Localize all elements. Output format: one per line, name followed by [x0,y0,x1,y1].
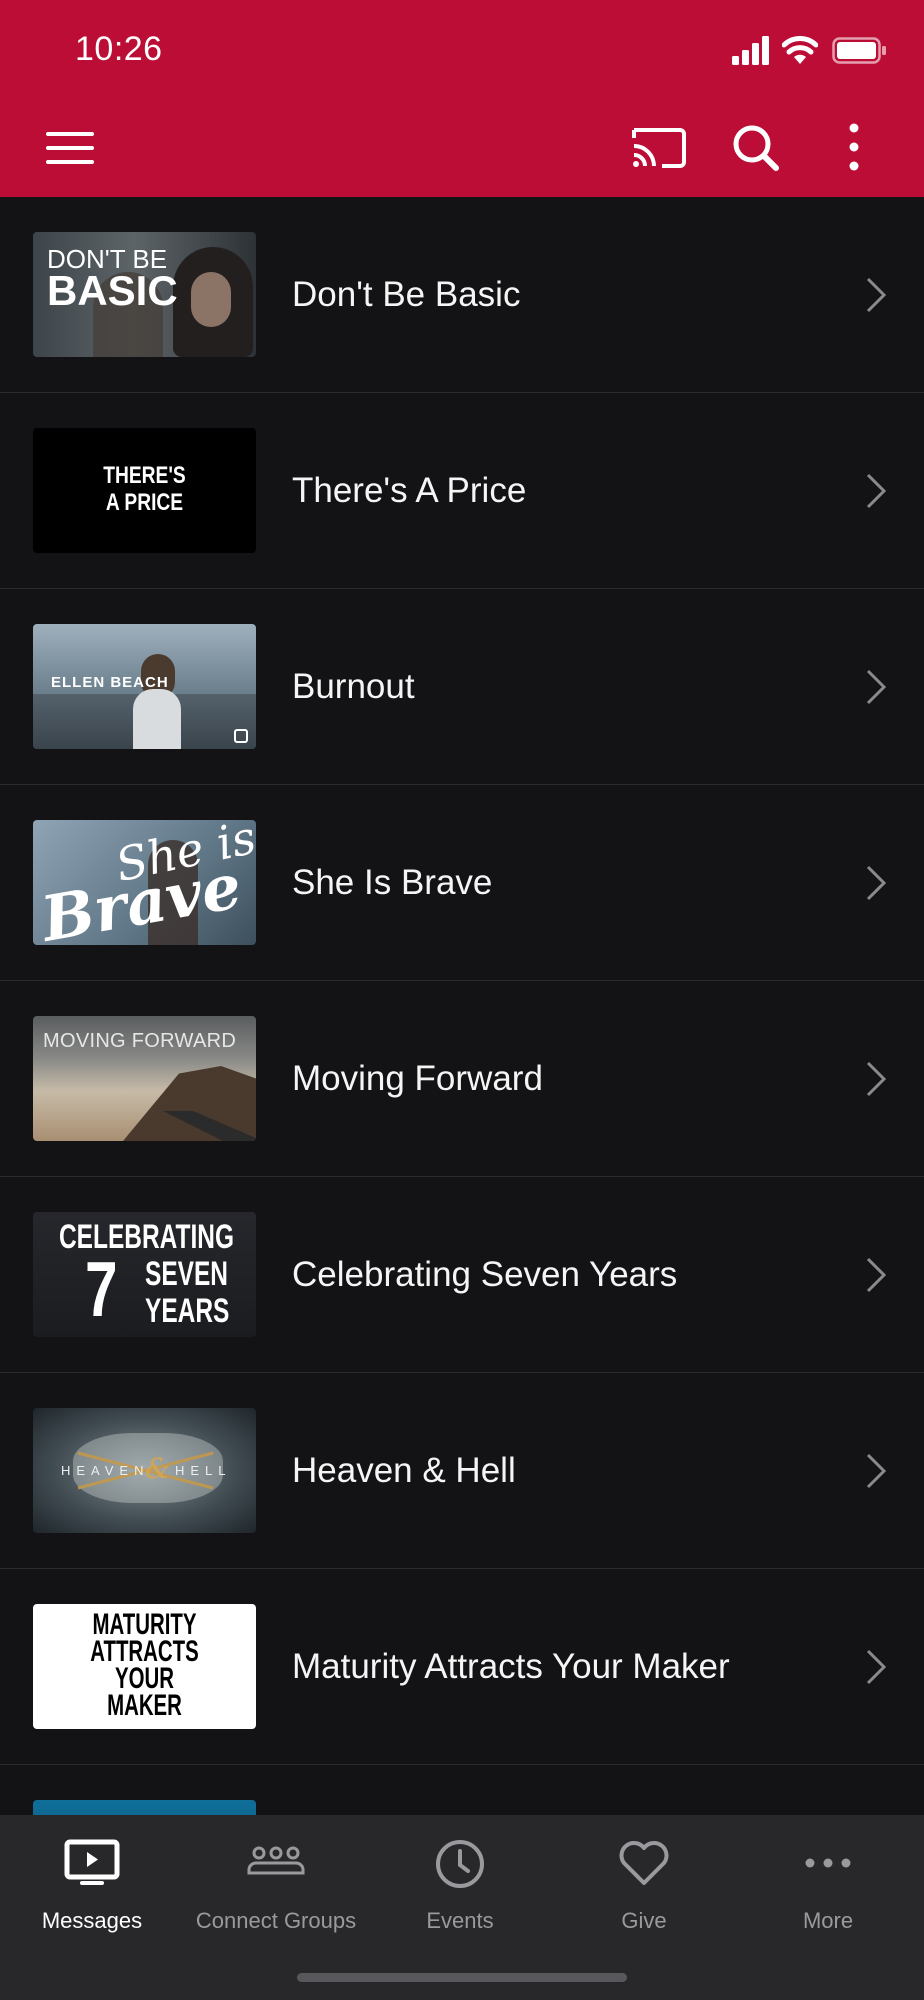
play-screen-icon [64,1839,120,1885]
series-title: There's A Price [292,471,527,510]
series-title: Don't Be Basic [292,275,521,314]
menu-button[interactable] [40,118,100,178]
watermark-icon [234,729,248,743]
thumbnail-text: & [145,1452,170,1485]
tab-label: Connect Groups [195,1908,357,1933]
series-thumbnail: DON'T BE BASIC [33,232,256,357]
clock-icon [436,1840,484,1888]
list-item[interactable]: ELLEN BEACH Burnout [0,589,924,785]
chevron-right-icon [866,1257,887,1293]
list-item[interactable]: HEAVEN & HELL Heaven & Hell [0,1373,924,1569]
thumbnail-text: MAKER [107,1689,182,1722]
signal-icon [732,36,769,65]
list-item[interactable]: She is Brave She Is Brave [0,785,924,981]
overflow-menu-button[interactable] [824,118,884,178]
tab-give[interactable]: Give [552,1815,736,1945]
tab-label: Events [426,1908,494,1933]
series-title: Celebrating Seven Years [292,1255,678,1294]
series-thumbnail: MATURITY ATTRACTS YOUR MAKER [33,1604,256,1729]
series-thumbnail: She is Brave [33,820,256,945]
cast-button[interactable] [628,118,688,178]
thumbnail-text: SEVEN [145,1255,228,1293]
thumbnail-text: YOUR [115,1662,174,1695]
thumbnail-text: A PRICE [105,489,184,516]
tab-label: Give [621,1908,667,1933]
chevron-right-icon [866,277,887,313]
vertical-dots-icon [849,123,859,171]
groups-icon [247,1846,305,1875]
app-header: 10:26 [0,0,924,197]
thumbnail-text: ELLEN BEACH [51,674,169,691]
wifi-icon [782,36,818,64]
search-button[interactable] [726,118,786,178]
thumbnail-text: MOVING FORWARD [43,1030,237,1052]
chevron-right-icon [866,669,887,705]
thumbnail-text: HEAVEN [61,1463,150,1478]
series-title: Moving Forward [292,1059,543,1098]
list-item[interactable]: MATURITY ATTRACTS YOUR MAKER Maturity At… [0,1569,924,1765]
home-indicator [297,1973,627,1982]
thumbnail-text: THERE'S [103,462,186,489]
status-time: 10:26 [75,30,163,68]
horizontal-dots-icon [805,1858,851,1868]
tab-label: More [802,1908,854,1933]
thumbnail-text: ATTRACTS [90,1635,199,1668]
bottom-tab-bar: Messages Connect Groups Events Give More [0,1815,924,2000]
series-thumbnail: THERE'S A PRICE [33,428,256,553]
thumbnail-text: MATURITY [92,1608,197,1641]
series-list: DON'T BE BASIC Don't Be Basic THERE'S A … [0,197,924,1961]
series-title: Maturity Attracts Your Maker [292,1647,730,1686]
tab-more[interactable]: More [736,1815,920,1945]
search-icon [733,125,779,171]
series-thumbnail: HEAVEN & HELL [33,1408,256,1533]
heart-icon [619,1841,669,1885]
status-icons [732,36,892,66]
tab-events[interactable]: Events [368,1815,552,1945]
chevron-right-icon [866,1453,887,1489]
thumbnail-text: 7 [85,1245,118,1333]
series-thumbnail: MOVING FORWARD [33,1016,256,1141]
chevron-right-icon [866,1061,887,1097]
series-thumbnail: ELLEN BEACH [33,624,256,749]
series-title: She Is Brave [292,863,493,902]
tab-connect-groups[interactable]: Connect Groups [184,1815,368,1945]
tab-label: Messages [41,1908,143,1933]
thumbnail-text: YEARS [145,1292,230,1330]
hamburger-menu-icon [46,132,94,164]
series-title: Burnout [292,667,415,706]
cast-icon [632,128,686,168]
chevron-right-icon [866,473,887,509]
thumbnail-text: HELL [175,1463,232,1478]
list-item[interactable]: DON'T BE BASIC Don't Be Basic [0,197,924,393]
chevron-right-icon [866,1649,887,1685]
list-item[interactable]: THERE'S A PRICE There's A Price [0,393,924,589]
battery-icon [832,37,886,64]
series-thumbnail: CELEBRATING 7 SEVEN YEARS [33,1212,256,1337]
thumbnail-text: BASIC [47,267,178,314]
chevron-right-icon [866,865,887,901]
list-item[interactable]: MOVING FORWARD Moving Forward [0,981,924,1177]
series-title: Heaven & Hell [292,1451,516,1490]
list-item[interactable]: CELEBRATING 7 SEVEN YEARS Celebrating Se… [0,1177,924,1373]
tab-messages[interactable]: Messages [0,1815,184,1945]
